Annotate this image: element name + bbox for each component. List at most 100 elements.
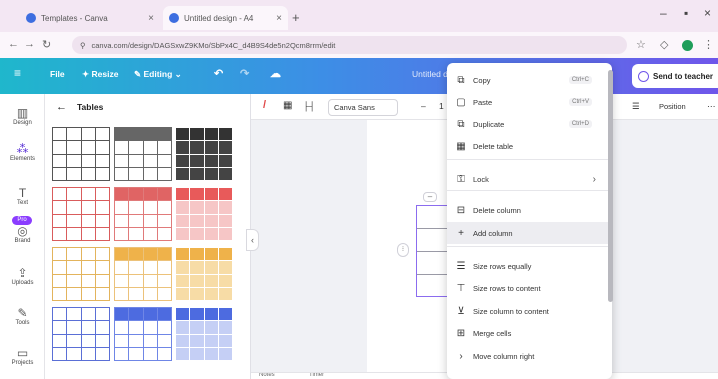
rail-item-elements[interactable]: ⁂ Elements: [0, 142, 45, 162]
table-row[interactable]: [417, 229, 447, 252]
table-style-thumbnail[interactable]: [52, 127, 110, 181]
notes-button[interactable]: Notes: [259, 373, 275, 378]
menu-item-copy[interactable]: ⧉ Copy Ctrl+C: [447, 69, 612, 91]
table-style-thumbnail[interactable]: [114, 247, 172, 301]
table-style-thumbnail[interactable]: [114, 307, 172, 361]
menu-item-label: Delete table: [473, 141, 514, 151]
decrease-font-size-button[interactable]: –: [421, 101, 426, 111]
browser-menu-icon[interactable]: ⋮: [703, 38, 714, 51]
timer-button[interactable]: Timer: [309, 373, 324, 378]
table-cell: [53, 201, 67, 214]
table-cell: [176, 128, 190, 141]
menu-item-size-rows-to-content[interactable]: ⊤ Size rows to content: [447, 277, 612, 299]
forward-icon[interactable]: →: [24, 38, 35, 50]
rail-item-uploads[interactable]: ⇪ Uploads: [0, 266, 45, 286]
menu-item-label: Size column to content: [473, 306, 549, 316]
panel-title: Tables: [77, 102, 104, 112]
menu-item-size-rows-equally[interactable]: ☰ Size rows equally: [447, 255, 612, 277]
table-cell: [176, 261, 190, 274]
browser-tab-design[interactable]: Untitled design - A4 ×: [163, 6, 288, 30]
send-to-teacher-button[interactable]: Send to teacher: [632, 64, 718, 88]
table-cell: [218, 167, 232, 180]
back-arrow-icon[interactable]: ←: [56, 101, 67, 113]
table-cell: [67, 261, 81, 274]
menu-item-paste[interactable]: ▢ Paste Ctrl+V: [447, 91, 612, 113]
table-cell: [190, 274, 204, 287]
rail-item-design[interactable]: ▥ Design: [0, 106, 45, 126]
font-family-dropdown[interactable]: Canva Sans: [328, 99, 398, 116]
menu-item-duplicate[interactable]: ⧉ Duplicate Ctrl+D: [447, 113, 612, 135]
context-menu-scrollbar[interactable]: [608, 70, 613, 302]
align-icon[interactable]: ☰: [632, 101, 640, 112]
bookmark-star-icon[interactable]: ☆: [636, 38, 646, 51]
editing-label: Editing: [143, 69, 173, 79]
position-button[interactable]: Position: [659, 102, 686, 111]
browser-tab-templates[interactable]: Templates - Canva ×: [20, 6, 160, 30]
extensions-icon[interactable]: ◇: [660, 38, 668, 51]
tables-panel: ← Tables: [45, 94, 251, 379]
new-tab-button[interactable]: +: [292, 10, 300, 25]
rail-item-tools[interactable]: ✎ Tools: [0, 306, 45, 326]
table-cell: [67, 248, 81, 261]
remove-column-handle[interactable]: –: [423, 192, 437, 202]
menu-item-delete-table[interactable]: ▦ Delete table: [447, 135, 612, 157]
menu-item-label: Copy: [473, 75, 491, 85]
reload-icon[interactable]: ↻: [42, 38, 51, 51]
rail-item-text[interactable]: T Text: [0, 186, 45, 206]
rail-item-brand[interactable]: ◎ Brand: [0, 224, 45, 244]
menu-item-delete-column[interactable]: ⊟ Delete column: [447, 199, 612, 221]
table-style-thumbnail[interactable]: [175, 127, 233, 181]
selected-table[interactable]: [416, 205, 448, 297]
site-info-icon[interactable]: ⚲: [80, 41, 86, 50]
table-style-thumbnail[interactable]: [52, 187, 110, 241]
rail-item-projects[interactable]: ▭ Projects: [0, 346, 45, 366]
column-drag-handle[interactable]: ⁝: [397, 243, 409, 257]
menu-item-lock[interactable]: ⚿ Lock ›: [447, 168, 612, 190]
minimize-button[interactable]: –: [660, 6, 667, 20]
table-cell: [176, 321, 190, 334]
table-row[interactable]: [417, 252, 447, 275]
table-style-thumbnail[interactable]: [114, 127, 172, 181]
tab-close-icon[interactable]: ×: [148, 13, 154, 24]
collapse-panel-button[interactable]: ‹: [246, 229, 259, 251]
menu-item-add-column[interactable]: + Add column: [447, 222, 612, 244]
font-size-value[interactable]: 1: [439, 101, 444, 111]
cloud-save-icon[interactable]: ☁: [270, 67, 281, 80]
more-options-icon[interactable]: ⋯: [707, 101, 716, 112]
restore-button[interactable]: ▪: [684, 6, 688, 20]
menu-item-merge-cells[interactable]: ⊞ Merge cells: [447, 322, 612, 344]
border-style-icon[interactable]: ▦: [283, 100, 292, 111]
table-style-thumbnail[interactable]: [52, 307, 110, 361]
tab-close-icon[interactable]: ×: [276, 13, 282, 24]
table-row[interactable]: [417, 275, 447, 298]
editing-mode-dropdown[interactable]: ✎ Editing ⌄: [134, 69, 182, 80]
move-column-right-icon: ›: [459, 350, 463, 362]
menu-item-move-column-right[interactable]: › Move column right: [447, 345, 612, 367]
table-style-thumbnail[interactable]: [114, 187, 172, 241]
table-cell: [95, 188, 109, 201]
hamburger-menu-icon[interactable]: ≡: [14, 66, 21, 80]
table-cell: [129, 248, 143, 261]
table-cell: [81, 167, 95, 180]
table-row[interactable]: [417, 206, 447, 229]
resize-button[interactable]: ✦ Resize: [82, 69, 118, 80]
table-cell: [95, 287, 109, 300]
undo-icon[interactable]: ↶: [214, 67, 223, 80]
menu-separator: [447, 159, 612, 160]
table-cell: [204, 201, 218, 214]
table-style-thumbnail[interactable]: [175, 307, 233, 361]
profile-avatar[interactable]: [682, 40, 693, 51]
address-bar[interactable]: ⚲ canva.com/design/DAGSxwZ9KMo/SbPx4C_d4…: [72, 36, 627, 54]
menu-item-size-column-to-content[interactable]: ⊻ Size column to content: [447, 300, 612, 322]
redo-icon[interactable]: ↷: [240, 67, 249, 80]
file-menu[interactable]: File: [50, 69, 65, 79]
table-style-thumbnail[interactable]: [175, 187, 233, 241]
back-icon[interactable]: ←: [8, 38, 19, 50]
table-color-icon[interactable]: /: [263, 99, 266, 111]
table-style-thumbnail[interactable]: [175, 247, 233, 301]
rail-label: Text: [16, 200, 28, 206]
table-cell: [190, 334, 204, 347]
table-style-thumbnail[interactable]: [52, 247, 110, 301]
window-close-button[interactable]: ×: [704, 6, 711, 20]
cell-spacing-icon[interactable]: ├┤: [303, 101, 315, 111]
